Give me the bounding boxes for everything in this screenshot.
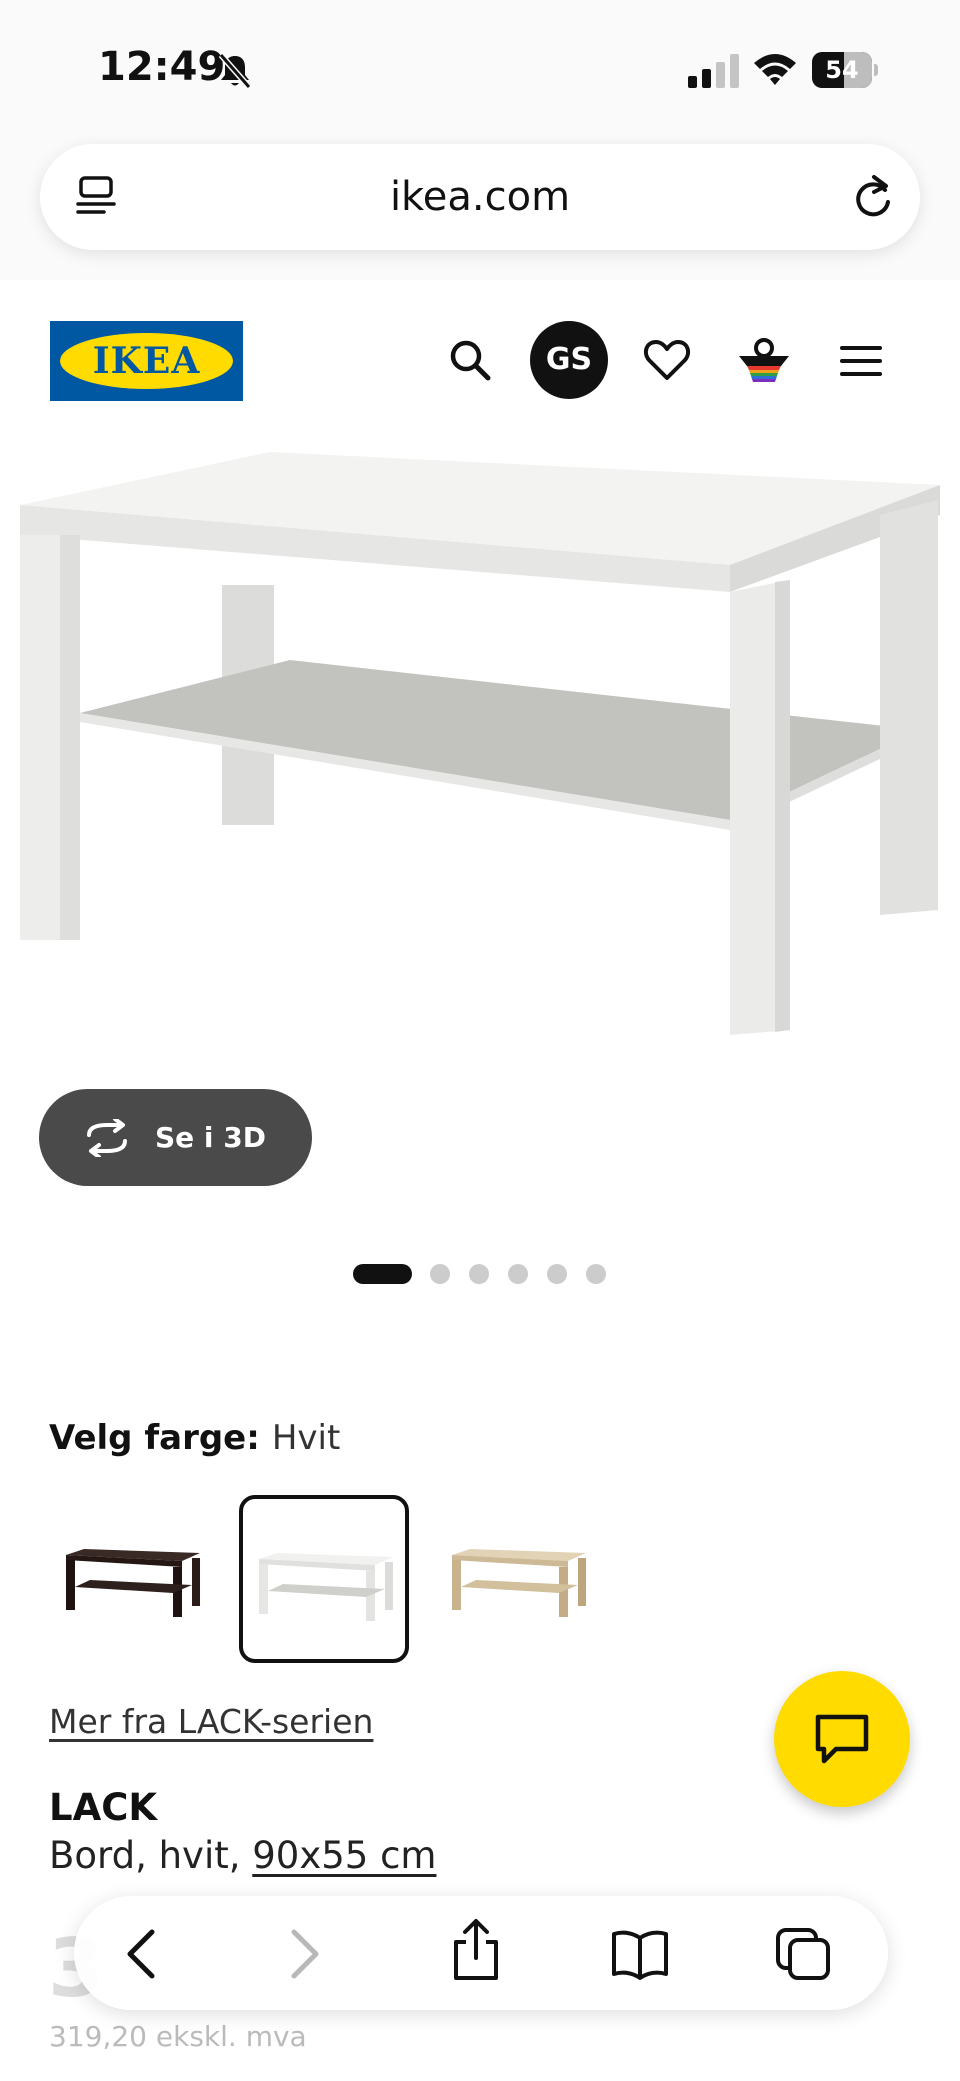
address-bar[interactable]: ikea.com [40, 144, 920, 250]
product-description: Bord, hvit, 90x55 cm [49, 1834, 436, 1877]
url-text[interactable]: ikea.com [40, 144, 920, 250]
wifi-icon [754, 54, 796, 85]
swatch-image-oak [452, 1549, 586, 1617]
logo-text: IKEA [92, 340, 201, 382]
browser-address-area: ikea.com [0, 140, 960, 280]
page-menu-icon[interactable] [74, 174, 120, 220]
carousel-dot[interactable] [508, 1264, 528, 1284]
bell-muted-icon [218, 53, 252, 89]
series-link[interactable]: Mer fra LACK-serien [49, 1702, 373, 1741]
carousel-dot[interactable] [586, 1264, 606, 1284]
shopping-basket-icon[interactable] [736, 336, 792, 384]
chat-bubble-icon [815, 1714, 869, 1764]
see-in-3d-button[interactable]: Se i 3D [39, 1089, 312, 1186]
carousel-dot[interactable] [430, 1264, 450, 1284]
share-icon[interactable] [446, 1918, 506, 1982]
carousel-dot-active[interactable] [353, 1264, 412, 1284]
product-name: LACK [49, 1786, 158, 1829]
swatch-image-black-brown [66, 1549, 200, 1617]
tabs-icon[interactable] [774, 1926, 834, 1982]
color-chooser-heading: Velg farge: Hvit [49, 1413, 340, 1463]
status-bar: 12:49 54 [0, 0, 960, 140]
carousel-dot[interactable] [547, 1264, 567, 1284]
price-excl-vat: 319,20 ekskl. mva [49, 2020, 307, 2053]
battery-indicator: 54 [812, 52, 878, 88]
carousel-dot[interactable] [469, 1264, 489, 1284]
rotate-3d-icon [87, 1119, 127, 1157]
search-icon[interactable] [448, 338, 492, 382]
product-image-lack-table[interactable] [0, 430, 960, 1070]
bookmarks-icon[interactable] [610, 1926, 670, 1982]
status-time: 12:49 [98, 44, 226, 90]
ikea-logo[interactable]: IKEA [50, 321, 243, 401]
forward-icon[interactable] [272, 1926, 332, 1982]
image-carousel-dots [353, 1264, 613, 1284]
color-selected-value: Hvit [271, 1418, 341, 1458]
battery-percent: 54 [825, 56, 859, 84]
color-label: Velg farge: [49, 1418, 260, 1458]
reload-icon[interactable] [850, 172, 896, 222]
chat-button[interactable] [774, 1671, 910, 1807]
swatch-image-white [259, 1553, 393, 1621]
browser-toolbar [74, 1896, 888, 2010]
account-avatar[interactable]: GS [530, 321, 608, 399]
see-in-3d-label: Se i 3D [155, 1121, 266, 1154]
back-icon[interactable] [114, 1926, 174, 1982]
color-swatch-white[interactable] [239, 1495, 409, 1663]
product-size-link[interactable]: 90x55 cm [252, 1834, 436, 1877]
cellular-signal-icon [688, 54, 739, 88]
hamburger-menu-icon[interactable] [840, 344, 882, 378]
color-swatch-white-stained-oak[interactable] [436, 1495, 606, 1663]
product-desc-prefix: Bord, hvit, [49, 1834, 253, 1877]
color-swatch-black-brown[interactable] [50, 1495, 220, 1663]
favorites-heart-icon[interactable] [643, 338, 691, 382]
